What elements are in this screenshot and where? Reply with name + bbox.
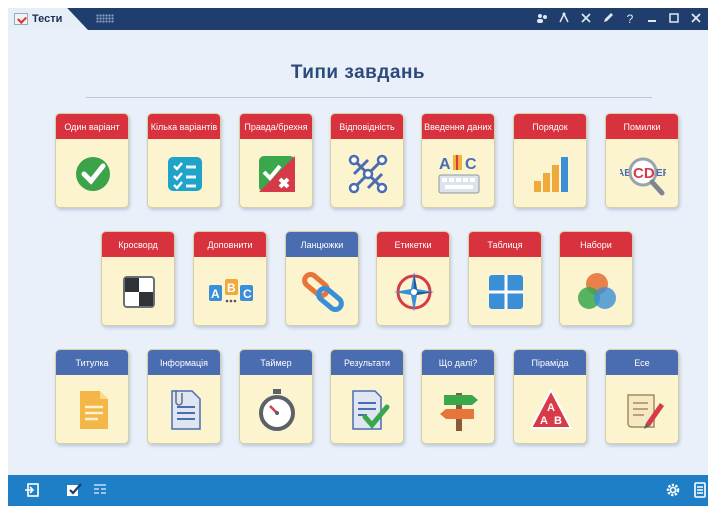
tab-tests[interactable]: Тести: [8, 8, 88, 30]
help-icon[interactable]: ?: [624, 12, 636, 26]
task-card-results[interactable]: Результати: [330, 349, 404, 444]
title-divider: [86, 97, 652, 98]
window-controls: ?: [536, 8, 702, 30]
card-label: Інформація: [148, 350, 220, 375]
pyramid-icon: A A B: [514, 375, 586, 443]
card-label: Відповідність: [331, 114, 403, 139]
card-label: Есе: [606, 350, 678, 375]
signpost-icon: [422, 375, 494, 443]
multiple-choice-list-icon: [148, 139, 220, 207]
title-page-icon: [56, 375, 128, 443]
table-grid-icon: [469, 257, 541, 325]
exit-icon[interactable]: [24, 482, 40, 498]
tests-app-icon: [14, 13, 28, 25]
card-label: Доповнити: [194, 232, 266, 257]
card-label: Набори: [560, 232, 632, 257]
card-label: Помилки: [606, 114, 678, 139]
letter-a: A: [211, 287, 220, 301]
fill-in-letters-icon: A B C: [194, 257, 266, 325]
task-card-multiple-choice[interactable]: Кілька варіантів: [147, 113, 221, 208]
test-check-icon[interactable]: [66, 482, 82, 498]
letter-c: C: [243, 287, 252, 301]
card-label: Кілька варіантів: [148, 114, 220, 139]
stopwatch-icon: [240, 375, 312, 443]
letter-b: B: [554, 415, 562, 427]
chain-links-icon: [286, 257, 358, 325]
letters-cd: CD: [633, 165, 655, 182]
connect-icon[interactable]: [558, 11, 570, 27]
page-title: Типи завдань: [290, 62, 426, 83]
task-card-crossword[interactable]: Кросворд: [101, 231, 175, 326]
essay-scroll-icon: [606, 375, 678, 443]
keyboard-input-icon: A C: [422, 139, 494, 207]
information-document-icon: [148, 375, 220, 443]
card-label: Правда/брехня: [240, 114, 312, 139]
task-card-labels[interactable]: Етикетки: [376, 231, 450, 326]
layout-icon[interactable]: [92, 482, 108, 498]
task-card-table[interactable]: Таблиця: [468, 231, 542, 326]
venn-sets-icon: [560, 257, 632, 325]
users-icon[interactable]: [536, 12, 548, 27]
task-card-timer[interactable]: Таймер: [239, 349, 313, 444]
card-label: Піраміда: [514, 350, 586, 375]
compass-labels-icon: [377, 257, 449, 325]
single-choice-check-icon: [56, 139, 128, 207]
pen-icon[interactable]: [602, 12, 614, 27]
task-card-essay[interactable]: Есе: [605, 349, 679, 444]
card-label: Що далі?: [422, 350, 494, 375]
task-card-matching[interactable]: Відповідність: [330, 113, 404, 208]
task-card-errors[interactable]: Помилки AB CD EF: [605, 113, 679, 208]
tab-label: Тести: [32, 13, 63, 25]
card-label: Таймер: [240, 350, 312, 375]
task-card-sets[interactable]: Набори: [559, 231, 633, 326]
crossword-icon: [102, 257, 174, 325]
letter-b: B: [227, 281, 236, 295]
card-label: Один варіант: [56, 114, 128, 139]
task-card-data-entry[interactable]: Введення даних A C: [421, 113, 495, 208]
matching-icon: [331, 139, 403, 207]
letter-a-bottom: A: [540, 415, 548, 427]
close-icon[interactable]: [690, 12, 702, 27]
task-card-information[interactable]: Інформація: [147, 349, 221, 444]
title-bar: Тести ?: [8, 8, 708, 30]
task-card-pyramid[interactable]: Піраміда A A B: [513, 349, 587, 444]
letter-a: A: [439, 156, 451, 173]
document-list-icon[interactable]: [692, 482, 708, 498]
tools-icon[interactable]: [580, 12, 592, 27]
card-label: Введення даних: [422, 114, 494, 139]
grip-handle[interactable]: [96, 14, 114, 23]
card-label: Таблиця: [469, 232, 541, 257]
task-types-panel: Типи завдань Один варіант Кілька варіант…: [8, 30, 708, 475]
minimize-icon[interactable]: [646, 12, 658, 27]
task-card-ordering[interactable]: Порядок: [513, 113, 587, 208]
magnifier-errors-icon: AB CD EF: [606, 139, 678, 207]
card-label: Етикетки: [377, 232, 449, 257]
letter-a-top: A: [547, 402, 555, 414]
task-card-whats-next[interactable]: Що далі?: [421, 349, 495, 444]
letters-ef: EF: [656, 168, 666, 179]
settings-gear-icon[interactable]: [665, 482, 681, 498]
bottom-toolbar: [8, 475, 708, 506]
card-label: Кросворд: [102, 232, 174, 257]
task-card-fill-in[interactable]: Доповнити A B C: [193, 231, 267, 326]
task-card-title-page[interactable]: Титулка: [55, 349, 129, 444]
task-card-true-false[interactable]: Правда/брехня: [239, 113, 313, 208]
task-card-chains[interactable]: Ланцюжки: [285, 231, 359, 326]
ordering-bars-icon: [514, 139, 586, 207]
results-checklist-icon: [331, 375, 403, 443]
card-label: Ланцюжки: [286, 232, 358, 257]
card-label: Результати: [331, 350, 403, 375]
letter-c: C: [465, 156, 477, 173]
true-false-icon: [240, 139, 312, 207]
card-label: Титулка: [56, 350, 128, 375]
maximize-icon[interactable]: [668, 12, 680, 27]
task-card-single-choice[interactable]: Один варіант: [55, 113, 129, 208]
card-label: Порядок: [514, 114, 586, 139]
